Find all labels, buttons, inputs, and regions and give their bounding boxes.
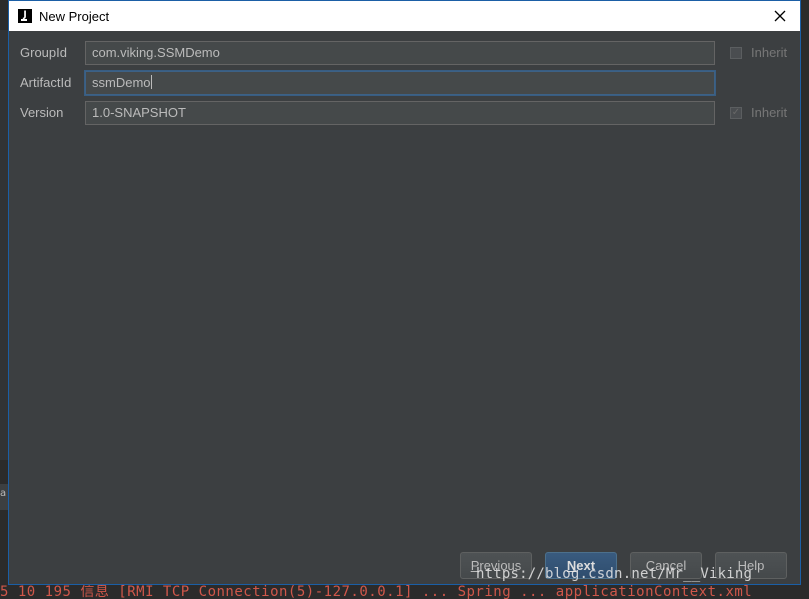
dialog-titlebar: J New Project xyxy=(9,1,800,31)
groupid-inherit-checkbox[interactable]: Inherit xyxy=(730,45,787,60)
close-icon xyxy=(774,10,786,22)
console-log-line: 5 10 195 信息 [RMI TCP Connection(5)-127.0… xyxy=(0,585,753,599)
groupid-field[interactable]: com.viking.SSMDemo xyxy=(85,41,715,65)
version-inherit-checkbox[interactable]: ✓ Inherit xyxy=(730,105,787,120)
dialog-title: New Project xyxy=(39,8,110,24)
version-field[interactable]: 1.0-SNAPSHOT xyxy=(85,101,715,125)
watermark: https://blog.csdn.net/Mr__Viking xyxy=(476,566,753,582)
inherit-label: Inherit xyxy=(751,45,788,60)
artifactid-field[interactable]: ssmDemo xyxy=(85,71,715,95)
editor-gutter xyxy=(0,30,8,460)
version-row: Version 1.0-SNAPSHOT ✓ Inherit xyxy=(9,101,800,125)
checkbox-icon xyxy=(730,46,742,59)
new-project-dialog: J New Project GroupId com.viking.SSMDemo… xyxy=(8,0,801,585)
groupid-row: GroupId com.viking.SSMDemo Inherit xyxy=(9,41,800,65)
intellij-icon: J xyxy=(18,9,32,23)
version-label: Version xyxy=(20,105,64,120)
text-caret xyxy=(150,75,152,89)
editor-right-strip xyxy=(801,30,809,460)
close-button[interactable] xyxy=(760,1,800,31)
artifactid-label: ArtifactId xyxy=(20,75,72,90)
groupid-label: GroupId xyxy=(20,45,67,60)
artifactid-value: ssmDemo xyxy=(92,75,151,90)
inherit-label: Inherit xyxy=(751,105,788,120)
artifactid-row: ArtifactId ssmDemo xyxy=(9,71,800,95)
checkmark-icon: ✓ xyxy=(730,106,742,119)
side-tab-label: a xyxy=(0,488,7,499)
